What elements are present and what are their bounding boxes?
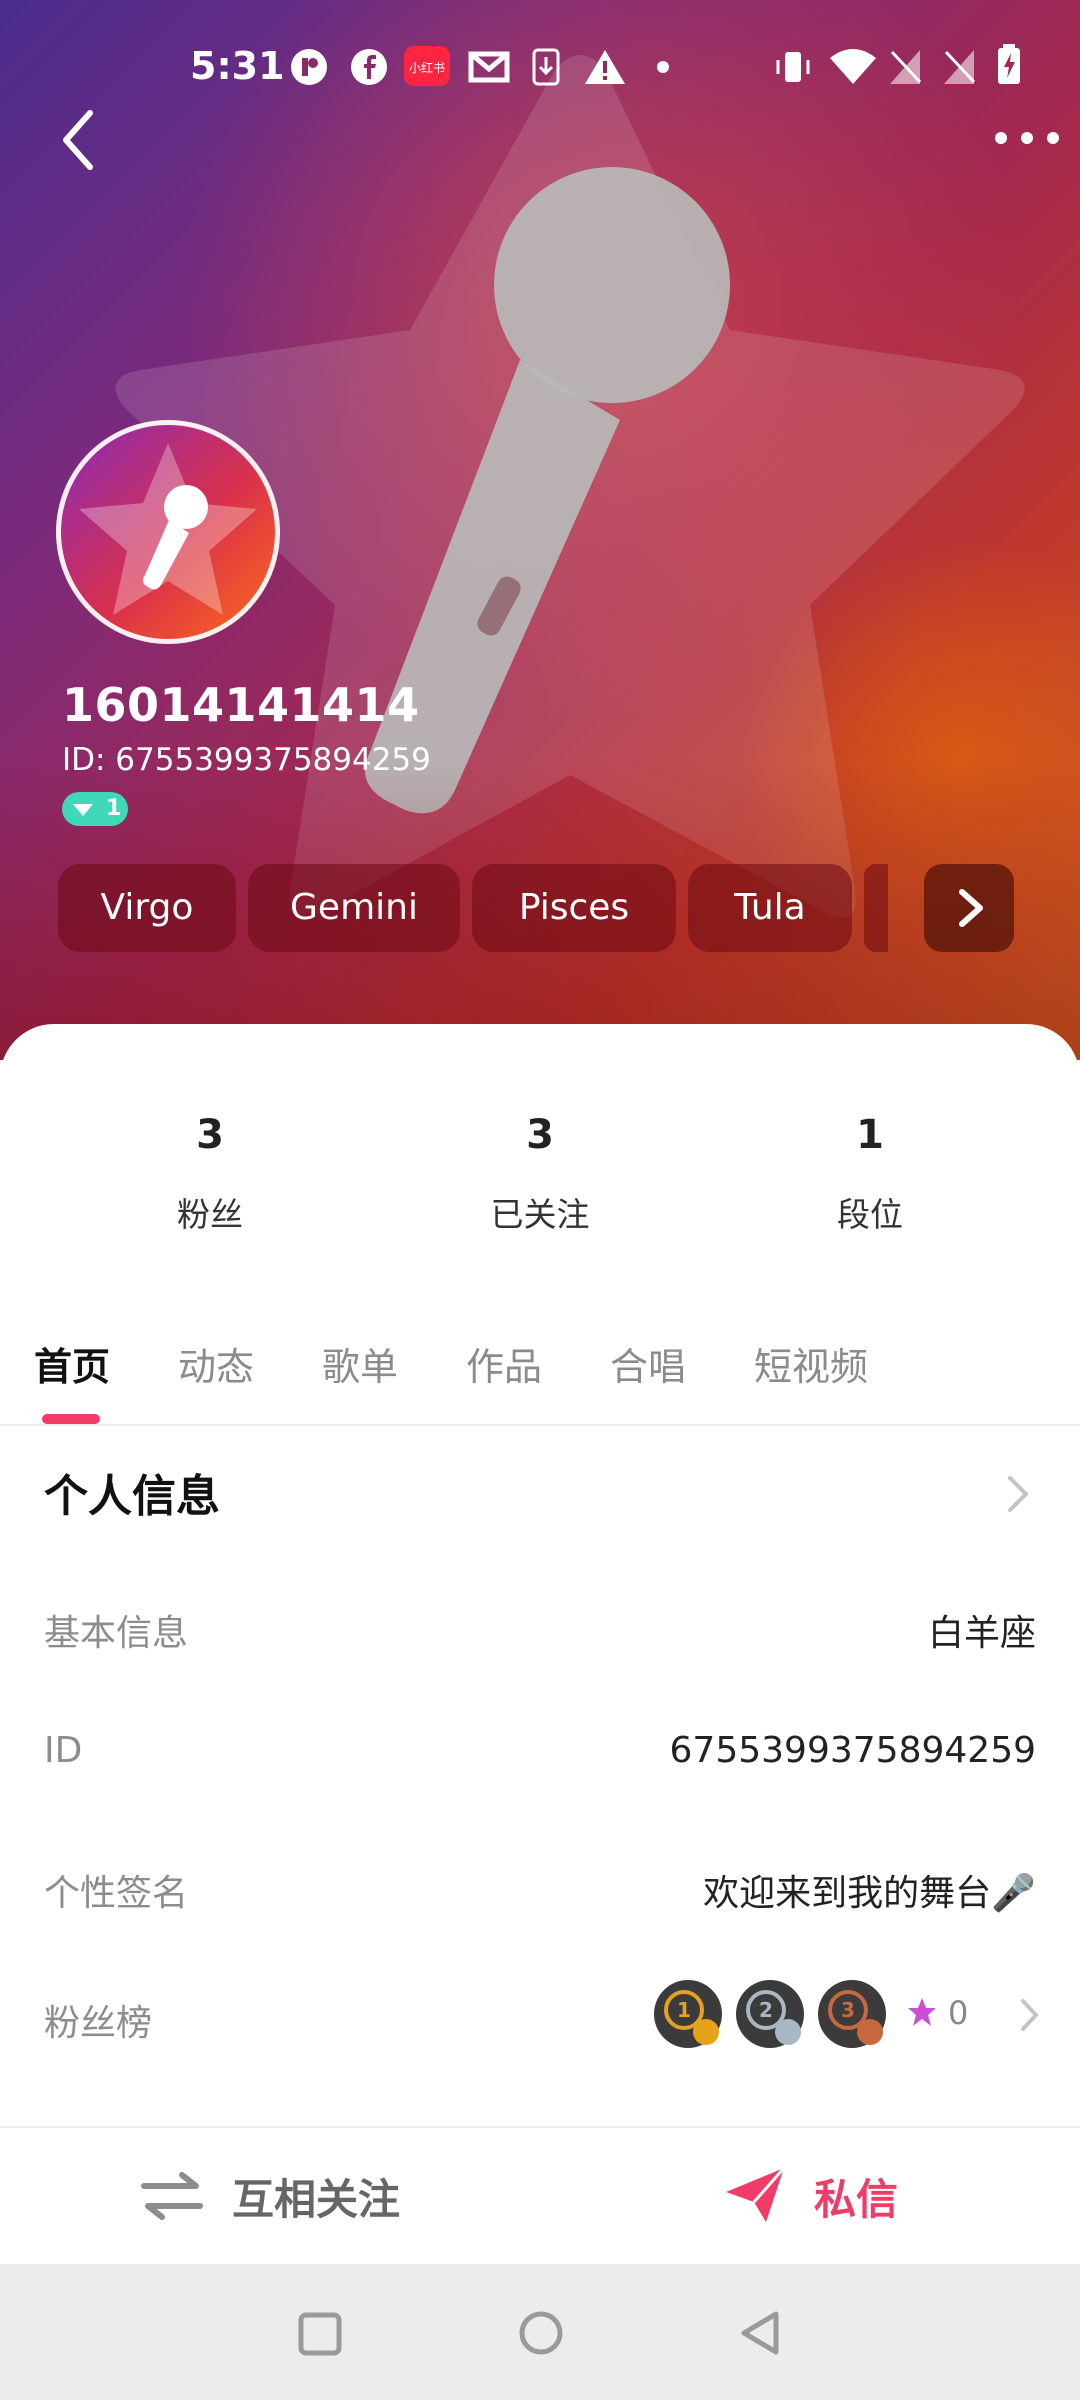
fan-rank-medal-3[interactable]: 3 [818,1980,886,2048]
tab-indicator [42,1414,100,1424]
wifi-icon [830,49,876,84]
status-bar: 5:31 小红书 [0,0,1080,130]
no-sim-icon [944,50,976,84]
circle-icon[interactable] [518,2310,564,2356]
tag-pisces[interactable]: Pisces [472,864,676,952]
stat-rank[interactable]: 1 段位 [770,1112,970,1236]
level-badge: 1 [62,792,128,826]
stat-following-label: 已关注 [490,1195,590,1234]
chevron-right-icon[interactable] [1004,1472,1032,1516]
xiaohongshu-icon: 小红书 [404,46,450,86]
download-icon [532,48,560,86]
tab-playlists[interactable]: 歌单 [322,1336,398,1391]
stat-rank-value: 1 [856,1112,884,1158]
tags-more-button[interactable] [924,864,1014,952]
gmail-icon [468,51,510,83]
tag-virgo[interactable]: Virgo [58,864,236,952]
stat-fans-value: 3 [196,1112,224,1158]
bronze-medal-icon: 3 [828,1990,883,2045]
tag-gemini[interactable]: Gemini [248,864,460,952]
back-arrow-icon[interactable] [58,105,98,175]
tag-overflow[interactable] [864,864,888,952]
back-triangle-icon[interactable] [738,2310,782,2356]
svg-text:小红书: 小红书 [409,60,445,75]
send-paper-plane-icon [726,2167,786,2222]
silver-medal-icon: 2 [746,1990,801,2045]
info-signature-label: 个性签名 [44,1873,189,1914]
info-id-value: 6755399375894259 [669,1730,1036,1771]
facebook-icon [351,49,387,85]
vibrate-icon [776,52,810,82]
tab-home[interactable]: 首页 [34,1336,110,1391]
user-id: ID: 6755399375894259 [62,742,431,778]
tab-moments[interactable]: 动态 [178,1336,254,1391]
fan-rank-label: 粉丝榜 [44,2003,153,2044]
fan-rank-star-count: 0 [948,1994,969,2032]
fan-rank-medal-1[interactable]: 1 [654,1980,722,2048]
battery-charging-icon [998,44,1020,84]
tab-duets[interactable]: 合唱 [610,1336,686,1391]
dot-icon [657,61,669,73]
section-title: 个人信息 [44,1471,220,1522]
info-id-label: ID [44,1730,83,1771]
stat-fans[interactable]: 3 粉丝 [110,1112,310,1236]
stat-rank-label: 段位 [837,1195,903,1234]
svg-text:3: 3 [841,1998,855,2022]
level-value: 1 [106,796,122,821]
avatar[interactable] [56,420,280,644]
warning-icon [585,50,625,84]
tab-short-videos[interactable]: 短视频 [754,1336,868,1391]
follow-back-label: 互相关注 [232,2175,401,2224]
chevron-right-icon [959,889,983,927]
info-basic-label: 基本信息 [44,1613,189,1654]
star-icon [908,1998,936,2026]
status-time: 5:31 [190,44,285,88]
tab-works[interactable]: 作品 [466,1336,542,1391]
tabs-divider [0,1424,1080,1426]
chevron-right-icon[interactable] [1018,1996,1042,2034]
svg-text:1: 1 [677,1998,691,2022]
square-icon[interactable] [298,2312,342,2356]
stat-following-value: 3 [526,1112,554,1158]
stat-following[interactable]: 3 已关注 [440,1112,640,1236]
gold-medal-icon: 1 [664,1990,719,2045]
system-nav-bar [0,2264,1080,2400]
tag-tula[interactable]: Tula [688,864,852,952]
username: 16014141414 [62,678,420,732]
fan-rank-medal-2[interactable]: 2 [736,1980,804,2048]
svg-text:2: 2 [759,1998,773,2022]
avatar-microphone-star-icon [79,443,257,615]
info-basic-value: 白羊座 [927,1613,1036,1654]
message-label: 私信 [814,2175,899,2224]
more-dots-icon[interactable] [992,120,1062,156]
stat-fans-label: 粉丝 [177,1195,243,1234]
p-icon [291,49,327,85]
info-signature-value: 欢迎来到我的舞台🎤 [703,1873,1036,1914]
level-triangle-icon [73,804,93,816]
swap-arrows-icon [141,2172,203,2220]
no-sim-icon [890,50,922,84]
